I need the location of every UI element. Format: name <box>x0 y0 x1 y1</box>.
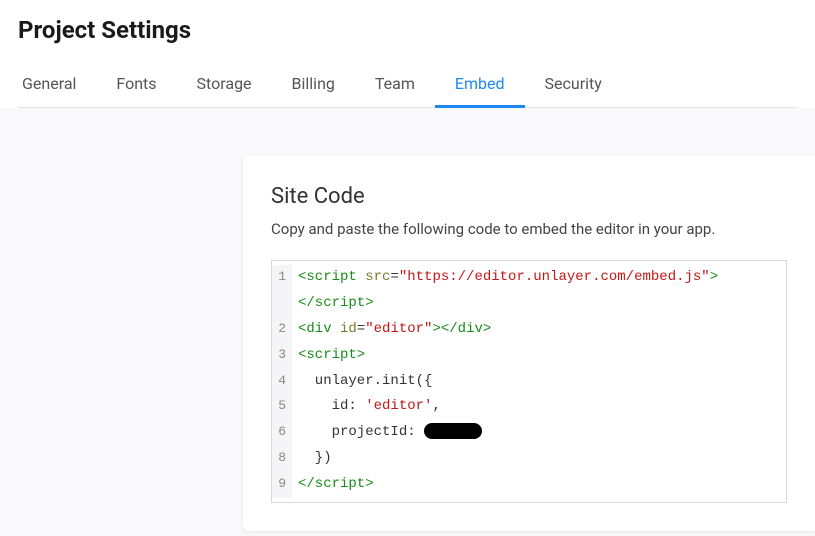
line-number: 2 <box>272 317 292 343</box>
tab-storage[interactable]: Storage <box>177 64 272 108</box>
code-content: </script> <box>292 291 786 317</box>
code-line: 1<script src="https://editor.unlayer.com… <box>272 265 786 291</box>
code-line: 9</script> <box>272 472 786 498</box>
tab-general[interactable]: General <box>18 64 96 108</box>
code-line: 8 }) <box>272 446 786 472</box>
code-line: 6 projectId: <box>272 420 786 446</box>
line-number: 9 <box>272 472 292 498</box>
code-line: 4 unlayer.init({ <box>272 369 786 395</box>
redacted-value <box>424 423 482 439</box>
header: Project Settings General Fonts Storage B… <box>0 0 815 108</box>
tab-team[interactable]: Team <box>355 64 435 108</box>
code-content: <script src="https://editor.unlayer.com/… <box>292 265 786 291</box>
code-content: <div id="editor"></div> <box>292 317 786 343</box>
code-content: }) <box>292 446 786 472</box>
tab-security[interactable]: Security <box>525 64 622 108</box>
embed-code-block[interactable]: 1<script src="https://editor.unlayer.com… <box>271 260 787 503</box>
code-line: 2<div id="editor"></div> <box>272 317 786 343</box>
line-number: 1 <box>272 265 292 291</box>
site-code-card: Site Code Copy and paste the following c… <box>243 156 815 531</box>
content-area: Site Code Copy and paste the following c… <box>0 108 815 531</box>
card-title: Site Code <box>271 184 787 209</box>
tab-embed[interactable]: Embed <box>435 64 525 108</box>
line-number: 8 <box>272 446 292 472</box>
tab-fonts[interactable]: Fonts <box>96 64 176 108</box>
code-line: 3<script> <box>272 343 786 369</box>
code-content: unlayer.init({ <box>292 369 786 395</box>
code-content: <script> <box>292 343 786 369</box>
line-number: 5 <box>272 394 292 420</box>
tabs: General Fonts Storage Billing Team Embed… <box>18 64 797 108</box>
code-content: id: 'editor', <box>292 394 786 420</box>
code-content: </script> <box>292 472 786 498</box>
line-number: 3 <box>272 343 292 369</box>
card-description: Copy and paste the following code to emb… <box>271 219 787 240</box>
line-number <box>272 291 292 317</box>
line-number: 6 <box>272 420 292 446</box>
code-line: </script> <box>272 291 786 317</box>
line-number: 4 <box>272 369 292 395</box>
tab-billing[interactable]: Billing <box>272 64 355 108</box>
code-content: projectId: <box>292 420 786 446</box>
code-line: 5 id: 'editor', <box>272 394 786 420</box>
page-title: Project Settings <box>18 16 797 44</box>
